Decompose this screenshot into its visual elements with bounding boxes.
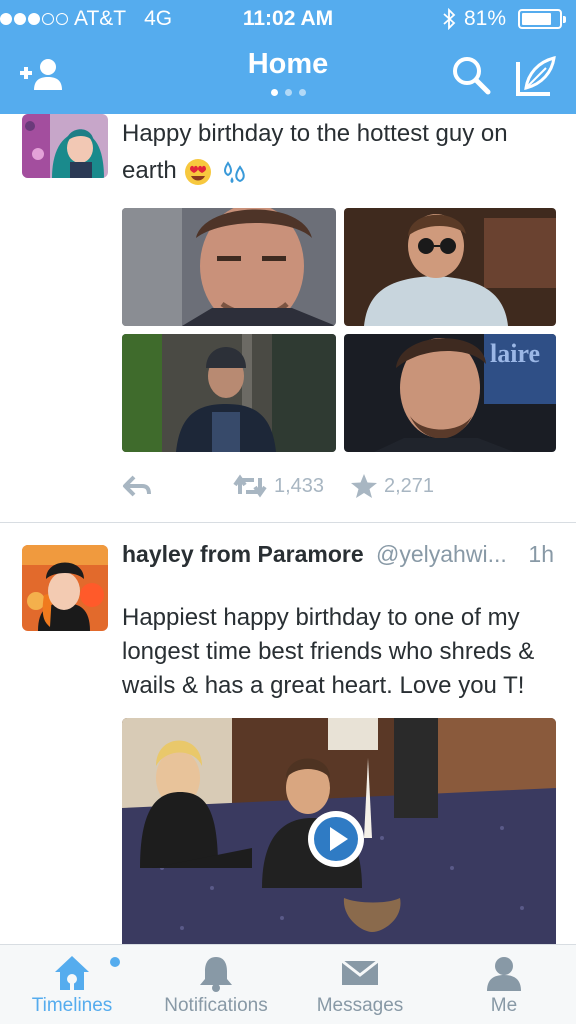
- reply-icon: [123, 475, 151, 497]
- battery-percent: 81%: [463, 7, 506, 30]
- author-name[interactable]: hayley from Paramore: [122, 541, 364, 567]
- svg-text:laire: laire: [490, 339, 540, 368]
- tweet-timestamp: 1h: [528, 541, 554, 567]
- tab-notifications[interactable]: Notifications: [150, 945, 282, 1024]
- tweet-text: Happiest happy birthday to one of my lon…: [122, 604, 535, 699]
- star-icon: [351, 474, 377, 498]
- retweet-button[interactable]: 1,433: [232, 470, 324, 502]
- status-right: 81%: [442, 7, 566, 31]
- tweet-text: Happy birthday to the hottest guy on ear…: [122, 115, 558, 189]
- retweet-icon: [233, 474, 267, 498]
- sweat-droplets-emoji-icon: [224, 160, 245, 183]
- photo[interactable]: [122, 334, 336, 452]
- bell-icon: [200, 957, 232, 992]
- search-button[interactable]: [448, 52, 496, 100]
- battery-fill: [522, 13, 552, 25]
- status-bar: AT&T 4G 11:02 AM 81%: [0, 0, 576, 38]
- battery-icon: [518, 9, 566, 29]
- avatar[interactable]: [22, 545, 108, 631]
- favorite-button[interactable]: 2,271: [350, 470, 434, 502]
- photo-grid[interactable]: laire: [122, 208, 556, 452]
- person-icon: [487, 957, 521, 991]
- video-player[interactable]: [122, 718, 556, 944]
- retweet-count: 1,433: [274, 474, 325, 497]
- compose-button[interactable]: [514, 52, 562, 100]
- tab-bar: Timelines Notifications Messages Me: [0, 944, 576, 1024]
- photo[interactable]: [344, 208, 556, 326]
- tweet-text-line: Happy birthday to the hottest guy on: [122, 120, 508, 147]
- home-icon: [55, 956, 89, 990]
- reply-button[interactable]: [122, 470, 152, 502]
- envelope-icon: [341, 959, 379, 985]
- tweet[interactable]: Happy birthday to the hottest guy on ear…: [0, 114, 576, 522]
- bluetooth-icon: [443, 8, 456, 30]
- tweet[interactable]: hayley from Paramore @yelyahwi... 1h Hap…: [0, 523, 576, 944]
- tweet-actions: 1,433 2,271: [122, 470, 556, 502]
- tweet-header: hayley from Paramore @yelyahwi... 1h: [122, 541, 558, 575]
- page-dot: [284, 89, 292, 96]
- page-dot: [270, 89, 278, 96]
- photo[interactable]: [122, 208, 336, 326]
- tab-label: Messages: [316, 995, 404, 1016]
- avatar[interactable]: [22, 114, 108, 178]
- tab-label: Me: [490, 995, 518, 1016]
- photo[interactable]: laire: [344, 334, 556, 452]
- page-dot: [298, 89, 306, 96]
- tweet-text-line: earth: [122, 152, 558, 189]
- heart-eyes-emoji-icon: [185, 158, 212, 185]
- tab-label: Notifications: [164, 995, 268, 1016]
- tab-timelines[interactable]: Timelines: [14, 945, 130, 1024]
- favorite-count: 2,271: [384, 474, 435, 497]
- app-header: AT&T 4G 11:02 AM 81% Home: [0, 0, 576, 114]
- author-handle[interactable]: @yelyahwi...: [376, 541, 507, 567]
- tab-label: Timelines: [31, 995, 113, 1016]
- unread-indicator: [110, 957, 120, 967]
- tab-me[interactable]: Me: [454, 945, 554, 1024]
- play-icon[interactable]: [305, 808, 367, 870]
- tweet-text-word: earth: [122, 157, 177, 184]
- tab-messages[interactable]: Messages: [300, 945, 420, 1024]
